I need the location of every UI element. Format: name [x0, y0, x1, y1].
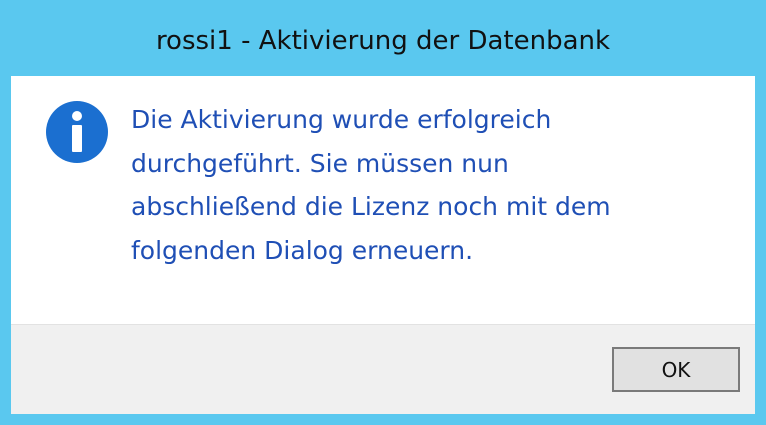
- button-bar: OK: [11, 324, 755, 414]
- window-title: rossi1 - Aktivierung der Datenbank: [155, 26, 611, 56]
- ok-button[interactable]: OK: [612, 347, 740, 392]
- info-icon: [45, 100, 109, 164]
- title-bar[interactable]: rossi1 - Aktivierung der Datenbank: [0, 0, 766, 86]
- message-line: durchgeführt. Sie müssen nun: [131, 148, 509, 178]
- dialog-window: rossi1 - Aktivierung der Datenbank Die A…: [0, 0, 766, 425]
- message-line: Die Aktivierung wurde erfolgreich: [131, 105, 552, 134]
- message-line: folgenden Dialog erneuern.: [131, 235, 474, 265]
- dialog-content: Die Aktivierung wurde erfolgreich durchg…: [11, 76, 755, 324]
- message-line: abschließend die Lizenz noch mit dem: [131, 192, 611, 221]
- message-text: Die Aktivierung wurde erfolgreich durchg…: [131, 98, 731, 272]
